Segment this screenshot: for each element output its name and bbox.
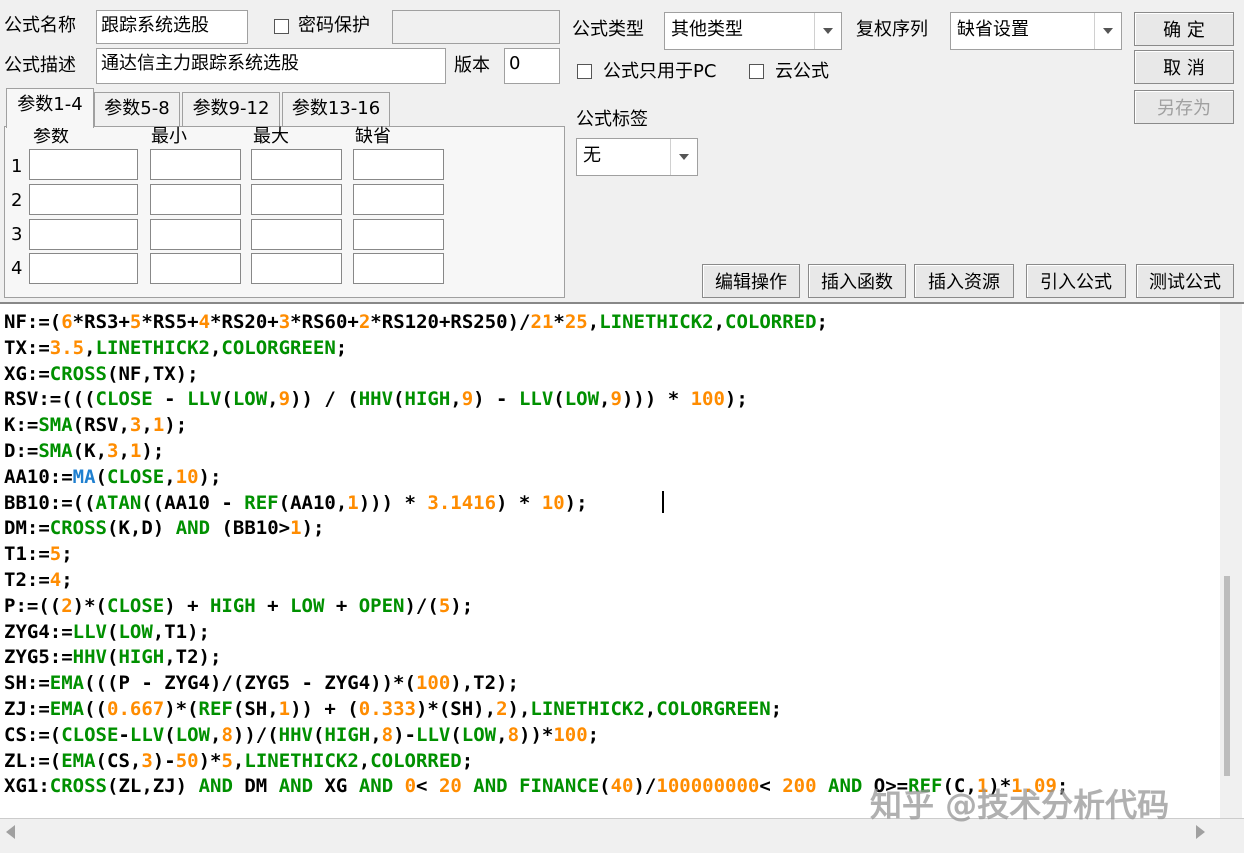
edit-ops-button[interactable]: 编辑操作 <box>702 264 800 298</box>
insert-function-button[interactable]: 插入函数 <box>808 264 906 298</box>
param-4-name-input[interactable] <box>29 253 138 284</box>
cloud-formula-checkbox[interactable] <box>749 64 764 79</box>
code-line: ZJ:=EMA((0.667)*(REF(SH,1)) + (0.333)*(S… <box>4 697 783 720</box>
param-4-default-input[interactable] <box>353 253 444 284</box>
param-1-max-input[interactable] <box>251 149 342 180</box>
param-3-min-input[interactable] <box>150 219 241 250</box>
tab-params-1-4[interactable]: 参数1-4 <box>6 88 94 128</box>
param-4-min-input[interactable] <box>150 253 241 284</box>
formula-desc-label: 公式描述 <box>4 55 76 76</box>
formula-name-label: 公式名称 <box>4 15 76 36</box>
param-1-min-input[interactable] <box>150 149 241 180</box>
scroll-right-icon[interactable] <box>1196 825 1205 839</box>
ok-button[interactable]: 确 定 <box>1134 12 1234 46</box>
code-line: T1:=5; <box>4 543 73 566</box>
param-header-default: 缺省 <box>355 126 391 147</box>
code-line: T2:=4; <box>4 568 73 591</box>
adjust-label: 复权序列 <box>856 19 928 40</box>
code-line: P:=((2)*(CLOSE) + HIGH + LOW + OPEN)/(5)… <box>4 594 474 617</box>
code-line: TX:=3.5,LINETHICK2,COLORGREEN; <box>4 336 348 359</box>
code-editor[interactable]: NF:=(6*RS3+5*RS5+4*RS20+3*RS60+2*RS120+R… <box>0 302 1244 820</box>
code-line: AA10:=MA(CLOSE,10); <box>4 465 222 488</box>
param-header-max: 最大 <box>253 126 289 147</box>
formula-type-label: 公式类型 <box>572 19 644 40</box>
formula-tag-value: 无 <box>583 145 601 166</box>
param-2-min-input[interactable] <box>150 184 241 215</box>
password-label: 密码保护 <box>298 15 370 36</box>
params-panel: 参数 最小 最大 缺省 1 2 3 4 <box>4 126 565 298</box>
code-line: ZL:=(EMA(CS,3)-50)*5,LINETHICK2,COLORRED… <box>4 749 474 772</box>
param-2-name-input[interactable] <box>29 184 138 215</box>
param-1-default-input[interactable] <box>353 149 444 180</box>
formula-tag-select[interactable]: 无 <box>576 138 698 176</box>
tab-params-5-8[interactable]: 参数5-8 <box>94 92 180 126</box>
param-1-name-input[interactable] <box>29 149 138 180</box>
param-3-name-input[interactable] <box>29 219 138 250</box>
formula-name-input[interactable]: 跟踪系统选股 <box>96 10 248 44</box>
chevron-down-icon[interactable] <box>1094 13 1121 49</box>
formula-type-value: 其他类型 <box>671 19 743 40</box>
vertical-scroll-thumb[interactable] <box>1224 576 1230 776</box>
code-line: ZYG4:=LLV(LOW,T1); <box>4 620 210 643</box>
param-2-default-input[interactable] <box>353 184 444 215</box>
code-line: K:=SMA(RSV,3,1); <box>4 414 188 437</box>
save-as-button[interactable]: 另存为 <box>1134 90 1234 124</box>
code-line: XG:=CROSS(NF,TX); <box>4 362 199 385</box>
param-header-min: 最小 <box>151 126 187 147</box>
code-line: BB10:=((ATAN((AA10 - REF(AA10,1))) * 3.1… <box>4 491 588 514</box>
version-label: 版本 <box>454 55 490 76</box>
code-text[interactable]: NF:=(6*RS3+5*RS5+4*RS20+3*RS60+2*RS120+R… <box>4 310 1068 800</box>
tab-params-13-16[interactable]: 参数13-16 <box>282 92 390 126</box>
code-line: D:=SMA(K,3,1); <box>4 439 165 462</box>
code-line: ZYG5:=HHV(HIGH,T2); <box>4 646 222 669</box>
code-line: NF:=(6*RS3+5*RS5+4*RS20+3*RS60+2*RS120+R… <box>4 311 828 333</box>
import-formula-button[interactable]: 引入公式 <box>1026 264 1126 298</box>
param-3-default-input[interactable] <box>353 219 444 250</box>
param-2-max-input[interactable] <box>251 184 342 215</box>
param-row-number: 3 <box>11 224 23 245</box>
test-formula-button[interactable]: 测试公式 <box>1136 264 1234 298</box>
param-4-max-input[interactable] <box>251 253 342 284</box>
scroll-left-icon[interactable] <box>6 825 15 839</box>
formula-type-select[interactable]: 其他类型 <box>664 12 842 50</box>
param-row-number: 4 <box>11 258 23 279</box>
text-cursor <box>662 491 664 513</box>
param-row-number: 1 <box>11 156 23 177</box>
adjust-value: 缺省设置 <box>957 19 1029 40</box>
chevron-down-icon[interactable] <box>670 139 697 175</box>
chevron-down-icon[interactable] <box>814 13 841 49</box>
pc-only-label: 公式只用于PC <box>603 61 717 82</box>
code-line: CS:=(CLOSE-LLV(LOW,8))/(HHV(HIGH,8)-LLV(… <box>4 723 600 746</box>
password-input <box>392 10 560 44</box>
code-line: RSV:=(((CLOSE - LLV(LOW,9)) / (HHV(HIGH,… <box>4 388 748 411</box>
formula-tag-label: 公式标签 <box>576 109 648 130</box>
insert-resource-button[interactable]: 插入资源 <box>914 264 1014 298</box>
watermark-text: 知乎 @技术分析代码 <box>870 786 1170 824</box>
param-row-number: 2 <box>11 190 23 211</box>
param-header-name: 参数 <box>33 126 69 147</box>
formula-desc-input[interactable]: 通达信主力跟踪系统选股 <box>96 48 446 84</box>
vertical-scrollbar[interactable] <box>1220 304 1242 819</box>
adjust-select[interactable]: 缺省设置 <box>950 12 1122 50</box>
version-input[interactable]: 0 <box>504 48 560 84</box>
tab-params-9-12[interactable]: 参数9-12 <box>182 92 280 126</box>
cloud-formula-label: 云公式 <box>775 61 829 82</box>
password-checkbox[interactable] <box>274 19 289 34</box>
param-3-max-input[interactable] <box>251 219 342 250</box>
pc-only-checkbox[interactable] <box>577 64 592 79</box>
cancel-button[interactable]: 取 消 <box>1134 50 1234 84</box>
code-line: SH:=EMA(((P - ZYG4)/(ZYG5 - ZYG4))*(100)… <box>4 672 519 695</box>
code-line: DM:=CROSS(K,D) AND (BB10>1); <box>4 517 325 540</box>
